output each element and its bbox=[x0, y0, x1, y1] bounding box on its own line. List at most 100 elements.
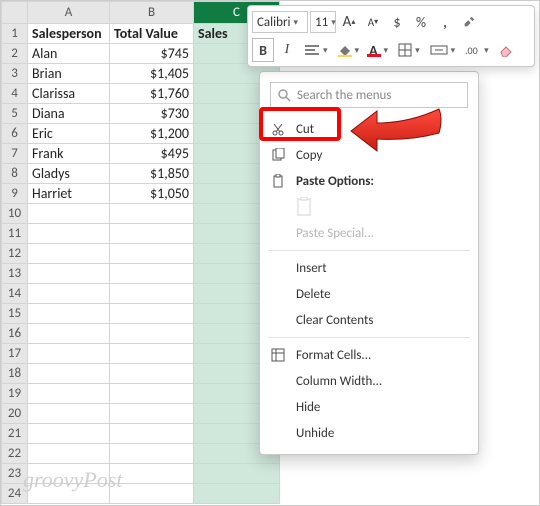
cell[interactable]: Alan bbox=[28, 44, 110, 64]
row-header[interactable]: 2 bbox=[2, 44, 28, 64]
row-header[interactable]: 14 bbox=[2, 284, 28, 304]
bold-button[interactable]: B bbox=[252, 38, 274, 62]
borders-button[interactable]: ▾ bbox=[394, 38, 424, 62]
row-header[interactable]: 20 bbox=[2, 404, 28, 424]
cell[interactable]: Clarissa bbox=[28, 84, 110, 104]
decrease-font-button[interactable]: A▾ bbox=[362, 10, 384, 34]
cell[interactable] bbox=[28, 364, 110, 384]
row-header[interactable]: 6 bbox=[2, 124, 28, 144]
number-format-button[interactable]: .00▾ bbox=[461, 38, 493, 62]
menu-item-clear-contents[interactable]: Clear Contents bbox=[260, 307, 478, 333]
cell[interactable] bbox=[110, 424, 194, 444]
cell[interactable]: Gladys bbox=[28, 164, 110, 184]
font-name-select[interactable]: Calibri▾ bbox=[252, 11, 308, 33]
cell[interactable] bbox=[28, 304, 110, 324]
row-header[interactable]: 16 bbox=[2, 324, 28, 344]
cell[interactable] bbox=[28, 324, 110, 344]
row-header[interactable]: 21 bbox=[2, 424, 28, 444]
cell[interactable]: $1,405 bbox=[110, 64, 194, 84]
menu-item-delete[interactable]: Delete bbox=[260, 281, 478, 307]
percent-button[interactable]: % bbox=[410, 10, 432, 34]
menu-item-copy[interactable]: Copy bbox=[260, 142, 478, 168]
row-header[interactable]: 3 bbox=[2, 64, 28, 84]
row-header[interactable]: 18 bbox=[2, 364, 28, 384]
cell[interactable] bbox=[110, 264, 194, 284]
row-header[interactable]: 9 bbox=[2, 184, 28, 204]
row-header[interactable]: 15 bbox=[2, 304, 28, 324]
row-header[interactable]: 8 bbox=[2, 164, 28, 184]
cell[interactable]: Frank bbox=[28, 144, 110, 164]
cell[interactable] bbox=[28, 424, 110, 444]
currency-button[interactable]: $ bbox=[386, 10, 408, 34]
menu-item-column-width[interactable]: Column Width... bbox=[260, 368, 478, 394]
select-all-corner[interactable] bbox=[2, 2, 28, 24]
row-header[interactable]: 10 bbox=[2, 204, 28, 224]
menu-item-hide[interactable]: Hide bbox=[260, 394, 478, 420]
row-header[interactable]: 5 bbox=[2, 104, 28, 124]
row-header[interactable]: 19 bbox=[2, 384, 28, 404]
cell[interactable] bbox=[28, 484, 110, 504]
cell[interactable]: $1,850 bbox=[110, 164, 194, 184]
cell[interactable] bbox=[110, 204, 194, 224]
row-header[interactable]: 24 bbox=[2, 484, 28, 504]
cell[interactable]: $730 bbox=[110, 104, 194, 124]
menu-item-format-cells[interactable]: Format Cells... bbox=[260, 342, 478, 368]
cell-A1[interactable]: Salesperson bbox=[28, 24, 110, 44]
cell[interactable] bbox=[28, 404, 110, 424]
col-header-A[interactable]: A bbox=[28, 2, 110, 24]
cell[interactable] bbox=[110, 464, 194, 484]
cell[interactable] bbox=[28, 224, 110, 244]
font-size-select[interactable]: 11▾ bbox=[310, 11, 336, 33]
cell[interactable] bbox=[110, 284, 194, 304]
cell[interactable]: Brian bbox=[28, 64, 110, 84]
row-header[interactable]: 1 bbox=[2, 24, 28, 44]
row-header[interactable]: 7 bbox=[2, 144, 28, 164]
row-header[interactable]: 22 bbox=[2, 444, 28, 464]
cell[interactable] bbox=[110, 404, 194, 424]
cell[interactable]: Diana bbox=[28, 104, 110, 124]
cell[interactable] bbox=[28, 244, 110, 264]
cell[interactable] bbox=[110, 344, 194, 364]
cell[interactable]: Eric bbox=[28, 124, 110, 144]
cell[interactable]: $1,050 bbox=[110, 184, 194, 204]
align-button[interactable]: ▾ bbox=[300, 38, 332, 62]
increase-font-button[interactable]: A▴ bbox=[338, 10, 360, 34]
row-header[interactable]: 4 bbox=[2, 84, 28, 104]
cell[interactable] bbox=[194, 464, 280, 484]
menu-item-unhide[interactable]: Unhide bbox=[260, 420, 478, 446]
fill-color-button[interactable]: ▾ bbox=[334, 38, 364, 62]
cell[interactable] bbox=[110, 444, 194, 464]
row-header[interactable]: 13 bbox=[2, 264, 28, 284]
cell[interactable] bbox=[28, 444, 110, 464]
cell[interactable] bbox=[28, 344, 110, 364]
cell[interactable] bbox=[110, 304, 194, 324]
cell[interactable] bbox=[110, 324, 194, 344]
menu-search-input[interactable]: Search the menus bbox=[270, 82, 468, 108]
row-header[interactable]: 12 bbox=[2, 244, 28, 264]
cell[interactable] bbox=[28, 204, 110, 224]
format-painter-button[interactable] bbox=[458, 10, 480, 34]
col-header-B[interactable]: B bbox=[110, 2, 194, 24]
cell[interactable] bbox=[194, 484, 280, 504]
menu-item-insert[interactable]: Insert bbox=[260, 255, 478, 281]
cell[interactable]: $1,200 bbox=[110, 124, 194, 144]
cell[interactable]: $745 bbox=[110, 44, 194, 64]
cell[interactable]: Harriet bbox=[28, 184, 110, 204]
italic-button[interactable]: I bbox=[276, 38, 298, 62]
cell[interactable] bbox=[110, 364, 194, 384]
menu-item-cut[interactable]: Cut bbox=[260, 116, 478, 142]
cell[interactable] bbox=[28, 264, 110, 284]
spreadsheet-grid[interactable]: A B C 1 Salesperson Total Value Sales 2A… bbox=[1, 1, 280, 504]
row-header[interactable]: 11 bbox=[2, 224, 28, 244]
font-color-button[interactable]: A ▾ bbox=[365, 38, 392, 62]
cell[interactable]: $1,760 bbox=[110, 84, 194, 104]
cell[interactable] bbox=[110, 384, 194, 404]
cell[interactable] bbox=[110, 244, 194, 264]
cell[interactable] bbox=[28, 284, 110, 304]
cell[interactable]: $495 bbox=[110, 144, 194, 164]
cell[interactable] bbox=[28, 384, 110, 404]
cell[interactable] bbox=[28, 464, 110, 484]
cell-B1[interactable]: Total Value bbox=[110, 24, 194, 44]
cell[interactable] bbox=[110, 224, 194, 244]
row-header[interactable]: 17 bbox=[2, 344, 28, 364]
